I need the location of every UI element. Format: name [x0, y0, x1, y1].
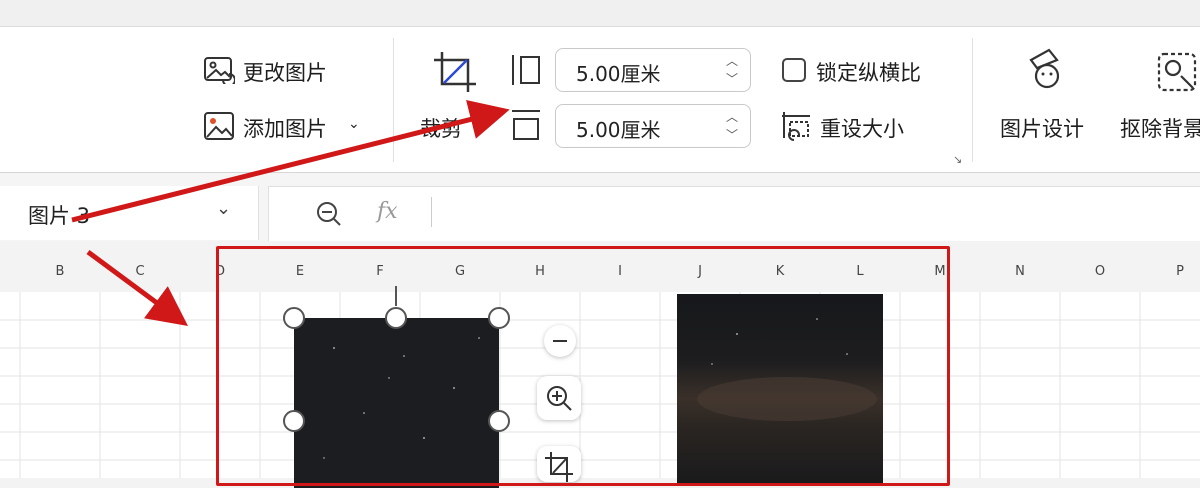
annotation-arrows	[71, 99, 510, 326]
arrow-to-crop	[71, 99, 510, 223]
arrow-to-picture	[86, 249, 189, 326]
